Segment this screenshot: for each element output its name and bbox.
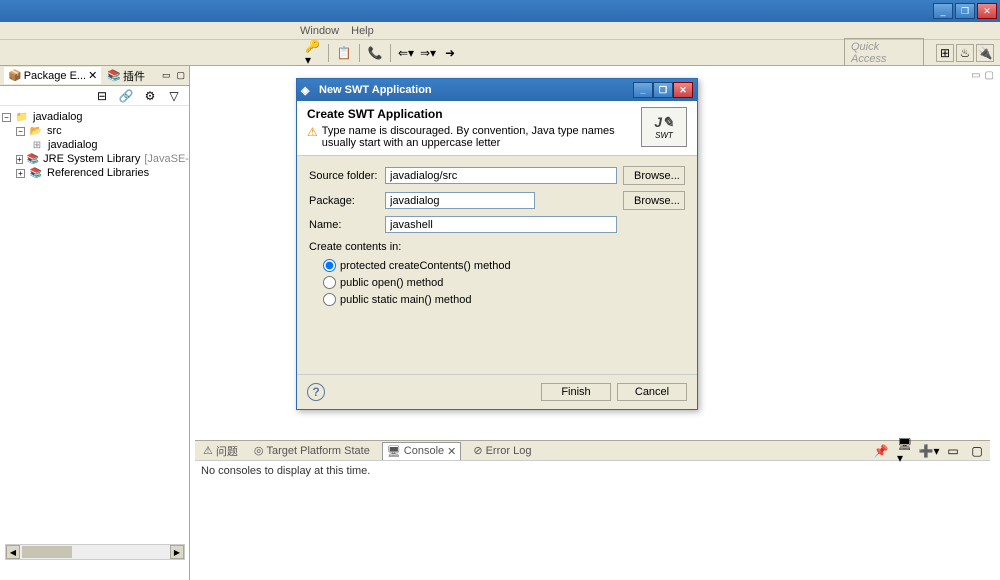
console-content: No consoles to display at this time.: [195, 461, 990, 481]
project-icon: 📁: [15, 111, 29, 123]
browse-source-button[interactable]: Browse...: [623, 166, 685, 185]
source-folder-input[interactable]: [385, 167, 617, 184]
editor-maximize-icon[interactable]: ▢: [985, 70, 994, 81]
java-perspective-icon[interactable]: ♨: [956, 44, 974, 62]
horizontal-scrollbar[interactable]: ◀ ▶: [5, 544, 185, 560]
package-explorer-sidebar: 📦 Package E... ✕ 📚 插件 ▭ ▢ ⊟ 🔗 ⚙ ▽ − 📁 ja…: [0, 66, 190, 580]
tree-toggle-icon[interactable]: +: [16, 155, 23, 164]
back-icon[interactable]: ⇐▾: [397, 44, 415, 62]
dialog-titlebar[interactable]: ◈ New SWT Application _ ❐ ✕: [297, 79, 697, 101]
warning-icon: ⚠: [307, 125, 318, 149]
scroll-thumb[interactable]: [22, 546, 72, 558]
console-new-icon[interactable]: ➕▾: [920, 442, 938, 460]
browse-package-button[interactable]: Browse...: [623, 191, 685, 210]
editor-minimize-icon[interactable]: ▭: [971, 70, 980, 81]
dialog-header-title: Create SWT Application: [307, 107, 641, 121]
tab-error-log[interactable]: ⊘ Error Log: [469, 442, 535, 459]
tree-toggle-icon[interactable]: +: [16, 169, 25, 178]
radio-static-main[interactable]: public static main() method: [309, 291, 685, 308]
view-maximize-icon[interactable]: ▢: [968, 442, 986, 460]
tab-console[interactable]: 🖥 Console ✕: [382, 442, 462, 460]
main-titlebar: _ ❐ ✕: [0, 0, 1000, 22]
tree-package[interactable]: ⊞ javadialog: [2, 138, 187, 152]
tree-referenced[interactable]: + 📚 Referenced Libraries: [2, 166, 187, 180]
radio-create-contents[interactable]: protected createContents() method: [309, 257, 685, 274]
dialog-icon: ◈: [301, 84, 315, 97]
cancel-button[interactable]: Cancel: [617, 383, 687, 401]
phone-icon[interactable]: 📞: [366, 44, 384, 62]
scroll-left-icon[interactable]: ◀: [6, 545, 20, 559]
collapse-icon[interactable]: ⊟: [93, 87, 111, 105]
close-button[interactable]: ✕: [977, 3, 997, 19]
radio-public-open-input[interactable]: [323, 276, 336, 289]
clipboard-icon[interactable]: 📋: [335, 44, 353, 62]
menu-window[interactable]: Window: [300, 25, 339, 37]
plugin-perspective-icon[interactable]: 🔌: [976, 44, 994, 62]
label-source-folder: Source folder:: [309, 170, 379, 182]
bottom-panel: ⚠ 问题 ◎ Target Platform State 🖥 Console ✕…: [195, 440, 990, 540]
maximize-view-icon[interactable]: ▢: [176, 70, 185, 81]
tab-plugins[interactable]: 📚 插件: [107, 68, 145, 84]
tree-toggle-icon[interactable]: −: [2, 113, 11, 122]
dialog-close-button[interactable]: ✕: [673, 82, 693, 98]
finish-button[interactable]: Finish: [541, 383, 611, 401]
console-display-icon[interactable]: 🖥▾: [896, 442, 914, 460]
library-icon: 📚: [27, 153, 39, 165]
maximize-button[interactable]: ❐: [955, 3, 975, 19]
perspective-icon[interactable]: ⊞: [936, 44, 954, 62]
radio-static-main-input[interactable]: [323, 293, 336, 306]
src-folder-icon: 📂: [29, 125, 43, 137]
tab-package-explorer[interactable]: 📦 Package E... ✕: [4, 67, 101, 84]
radio-create-contents-input[interactable]: [323, 259, 336, 272]
main-toolbar: 🔑▾ 📋 📞 ⇐▾ ⇒▾ ➜ Quick Access ⊞ ♨ 🔌: [0, 40, 1000, 66]
help-icon[interactable]: ?: [307, 383, 325, 401]
radio-public-open[interactable]: public open() method: [309, 274, 685, 291]
label-create-contents: Create contents in:: [309, 241, 685, 253]
menu-help[interactable]: Help: [351, 25, 374, 37]
search-icon[interactable]: 🔑▾: [304, 44, 322, 62]
console-pin-icon[interactable]: 📌: [872, 442, 890, 460]
label-name: Name:: [309, 219, 379, 231]
forward-icon[interactable]: ⇒▾: [419, 44, 437, 62]
link-icon[interactable]: 🔗: [117, 87, 135, 105]
new-swt-application-dialog: ◈ New SWT Application _ ❐ ✕ Create SWT A…: [296, 78, 698, 410]
tree-project[interactable]: − 📁 javadialog: [2, 110, 187, 124]
dialog-title: New SWT Application: [315, 84, 633, 96]
package-input[interactable]: [385, 192, 535, 209]
quick-access-input[interactable]: Quick Access: [844, 38, 924, 68]
go-icon[interactable]: ➜: [441, 44, 459, 62]
tab-target-platform[interactable]: ◎ Target Platform State: [250, 442, 374, 459]
dialog-warning-text: Type name is discouraged. By convention,…: [322, 125, 641, 149]
dialog-maximize-button[interactable]: ❐: [653, 82, 673, 98]
label-package: Package:: [309, 195, 379, 207]
tab-problems[interactable]: ⚠ 问题: [199, 441, 242, 461]
tree-jre[interactable]: + 📚 JRE System Library [JavaSE-1.: [2, 152, 187, 166]
tree-src[interactable]: − 📂 src: [2, 124, 187, 138]
package-tree: − 📁 javadialog − 📂 src ⊞ javadialog + 📚 …: [0, 106, 189, 184]
dialog-minimize-button[interactable]: _: [633, 82, 653, 98]
library-icon: 📚: [29, 167, 43, 179]
minimize-view-icon[interactable]: ▭: [162, 70, 171, 81]
filter-icon[interactable]: ⚙: [141, 87, 159, 105]
view-minimize-icon[interactable]: ▭: [944, 442, 962, 460]
swt-logo: J✎ SWT: [641, 107, 687, 147]
scroll-right-icon[interactable]: ▶: [170, 545, 184, 559]
package-icon: ⊞: [30, 139, 44, 151]
tree-toggle-icon[interactable]: −: [16, 127, 25, 136]
name-input[interactable]: [385, 216, 617, 233]
minimize-button[interactable]: _: [933, 3, 953, 19]
menu-icon[interactable]: ▽: [165, 87, 183, 105]
dialog-header: Create SWT Application ⚠ Type name is di…: [297, 101, 697, 156]
